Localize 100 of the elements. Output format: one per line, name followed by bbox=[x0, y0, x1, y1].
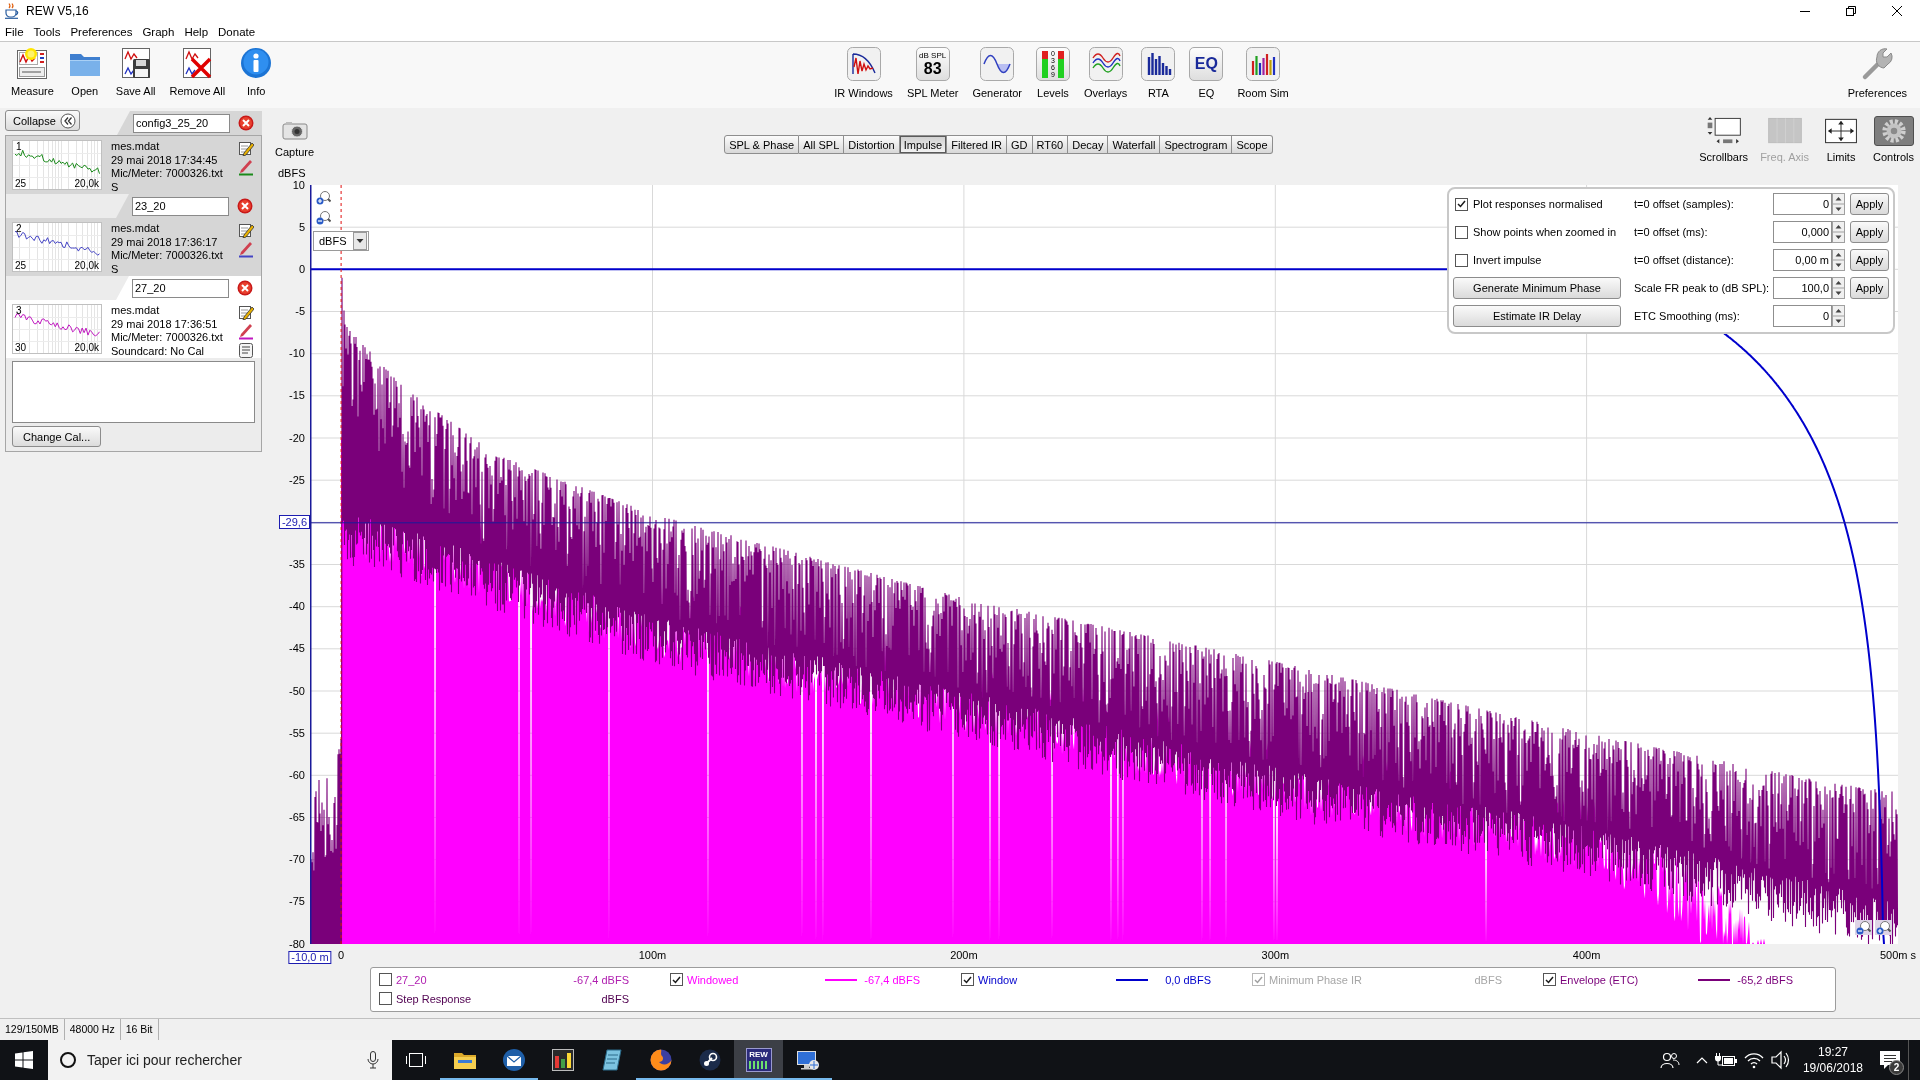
stepper-icon[interactable] bbox=[1832, 193, 1845, 215]
zoom-in-icon[interactable] bbox=[316, 190, 331, 205]
tab[interactable]: Spectrogram bbox=[1160, 135, 1233, 154]
toolbar-button[interactable]: dB SPL 83 SPL Meter bbox=[899, 47, 966, 99]
number-field[interactable]: 0 bbox=[1773, 305, 1832, 327]
tab[interactable]: SPL & Phase bbox=[724, 135, 800, 154]
change-cal-button[interactable]: Change Cal... bbox=[12, 426, 102, 447]
search-field[interactable]: Taper ici pour rechercher bbox=[87, 1049, 356, 1071]
menu-item[interactable]: File bbox=[0, 23, 29, 40]
toolbar-button[interactable]: Room Sim bbox=[1230, 47, 1296, 99]
number-field[interactable]: 0 bbox=[1773, 193, 1832, 215]
stepper-icon[interactable] bbox=[1832, 249, 1845, 271]
chevron-up-icon[interactable] bbox=[1695, 1055, 1708, 1065]
checkbox[interactable] bbox=[1455, 225, 1468, 239]
apply-button[interactable]: Apply bbox=[1850, 193, 1889, 215]
pencil-icon[interactable] bbox=[238, 222, 254, 238]
measurement-card[interactable]: 3 30 20,0k mes.mdat 29 mai 2018 17:36:51 Mic/Meter: 7000326.txt Soundcard: No Cal bbox=[6, 300, 261, 358]
pencil-icon[interactable] bbox=[238, 304, 254, 320]
checkbox-label[interactable]: Plot responses normalised bbox=[1473, 198, 1603, 210]
speaker-icon[interactable] bbox=[1769, 1050, 1790, 1070]
number-field[interactable]: 0,000 bbox=[1773, 221, 1832, 243]
task-view-icon[interactable] bbox=[405, 1051, 427, 1069]
name-field[interactable]: config3_25_20 bbox=[133, 113, 230, 133]
toolbar-button[interactable]: Preferences bbox=[1840, 47, 1914, 99]
clock-date[interactable]: 19/06/2018 bbox=[1802, 1060, 1863, 1076]
checkbox[interactable] bbox=[961, 973, 974, 986]
tab[interactable]: RT60 bbox=[1032, 135, 1069, 154]
pen-icon[interactable] bbox=[238, 158, 254, 176]
measurement-tab[interactable]: 27_20 bbox=[116, 276, 261, 300]
tab[interactable]: Impulse bbox=[899, 135, 948, 154]
tab[interactable]: All SPL bbox=[799, 135, 845, 154]
apply-button[interactable]: Apply bbox=[1850, 249, 1889, 271]
zoom-out-icon[interactable] bbox=[1855, 920, 1872, 935]
toolbar-button[interactable]: Overlays bbox=[1076, 47, 1135, 99]
measurement-card[interactable]: 2 25 20,0k mes.mdat 29 mai 2018 17:36:17 Mic/Meter: 7000326.txt S bbox=[6, 218, 261, 276]
pen-icon[interactable] bbox=[238, 322, 254, 340]
notes-field[interactable] bbox=[12, 361, 255, 423]
pencil-icon[interactable] bbox=[238, 140, 254, 156]
menu-item[interactable]: Donate bbox=[213, 23, 261, 40]
collapse-button[interactable]: Collapse bbox=[5, 110, 80, 131]
tab[interactable]: Waterfall bbox=[1108, 135, 1161, 154]
menu-item[interactable]: Tools bbox=[28, 23, 66, 40]
checkbox[interactable] bbox=[379, 992, 392, 1005]
zoom-in-icon[interactable] bbox=[1875, 920, 1892, 935]
stepper-icon[interactable] bbox=[1832, 221, 1845, 243]
microphone-icon[interactable] bbox=[366, 1051, 380, 1069]
toolbar-button[interactable]: Open bbox=[60, 47, 109, 97]
menu-item[interactable]: Graph bbox=[137, 23, 180, 40]
action-button[interactable]: Estimate IR Delay bbox=[1453, 305, 1621, 327]
action-button[interactable]: Generate Minimum Phase bbox=[1453, 277, 1621, 299]
toolbar-button[interactable]: Measure bbox=[4, 47, 61, 97]
clock-time[interactable]: 19:27 bbox=[1817, 1044, 1848, 1060]
toolbar-button[interactable]: IR Windows bbox=[827, 47, 900, 99]
measurement-card[interactable]: 1 25 20,0k mes.mdat 29 mai 2018 17:34:45 Mic/Meter: 7000326.txt S bbox=[6, 136, 261, 194]
tab[interactable]: GD bbox=[1007, 135, 1033, 154]
zoom-out-icon[interactable] bbox=[316, 210, 331, 225]
toolbar-button[interactable]: Info bbox=[232, 47, 281, 97]
apply-button[interactable]: Apply bbox=[1850, 221, 1889, 243]
menu-item[interactable]: Help bbox=[179, 23, 214, 40]
stepper-icon[interactable] bbox=[1832, 305, 1845, 327]
battery-plug-icon[interactable] bbox=[1713, 1052, 1738, 1068]
tab[interactable]: Scope bbox=[1232, 135, 1273, 154]
tool-button[interactable]: Limits bbox=[1819, 116, 1864, 163]
measurement-tab[interactable]: config3_25_20 bbox=[117, 111, 262, 135]
menu-item[interactable]: Preferences bbox=[65, 23, 138, 40]
tab[interactable]: Decay bbox=[1068, 135, 1109, 154]
toolbar-button[interactable]: Generator bbox=[965, 47, 1029, 99]
toolbar-button[interactable]: Save All bbox=[108, 47, 163, 97]
document-icon[interactable] bbox=[238, 342, 254, 359]
name-field[interactable]: 27_20 bbox=[132, 278, 229, 298]
wifi-icon[interactable] bbox=[1743, 1051, 1764, 1069]
apply-button[interactable]: Apply bbox=[1850, 277, 1889, 299]
name-field[interactable]: 23_20 bbox=[132, 196, 229, 216]
search-bar[interactable]: Taper ici pour rechercher bbox=[48, 1040, 392, 1080]
checkbox[interactable] bbox=[1543, 973, 1556, 986]
capture-button[interactable]: Capture bbox=[275, 120, 315, 158]
checkbox-label[interactable]: Invert impulse bbox=[1473, 254, 1542, 266]
unit-dropdown[interactable]: dBFS bbox=[313, 231, 369, 251]
taskbar-button[interactable]: REW bbox=[734, 1040, 783, 1080]
toolbar-button[interactable]: RTA bbox=[1134, 47, 1183, 99]
measurement-tab[interactable]: 23_20 bbox=[116, 194, 261, 218]
tool-button[interactable]: Controls bbox=[1871, 116, 1916, 163]
close-icon[interactable] bbox=[1892, 6, 1902, 16]
stepper-icon[interactable] bbox=[1832, 277, 1845, 299]
pen-icon[interactable] bbox=[238, 240, 254, 258]
restore-icon[interactable] bbox=[1846, 6, 1856, 16]
toolbar-button[interactable]: Remove All bbox=[162, 47, 233, 97]
tab[interactable]: Filtered IR bbox=[947, 135, 1007, 154]
toolbar-button[interactable]: EQ EQ bbox=[1182, 47, 1231, 99]
checkbox[interactable] bbox=[379, 973, 392, 986]
checkbox[interactable] bbox=[1455, 253, 1468, 267]
tool-button[interactable]: Scrollbars bbox=[1697, 116, 1751, 163]
checkbox[interactable] bbox=[670, 973, 683, 986]
checkbox[interactable] bbox=[1455, 197, 1468, 211]
checkbox-label[interactable]: Show points when zoomed in bbox=[1473, 226, 1617, 238]
number-field[interactable]: 0,00 m bbox=[1773, 249, 1832, 271]
tab[interactable]: Distortion bbox=[844, 135, 900, 154]
windows-logo-icon[interactable] bbox=[15, 1051, 33, 1069]
people-icon[interactable] bbox=[1659, 1051, 1680, 1069]
number-field[interactable]: 100,0 bbox=[1773, 277, 1832, 299]
